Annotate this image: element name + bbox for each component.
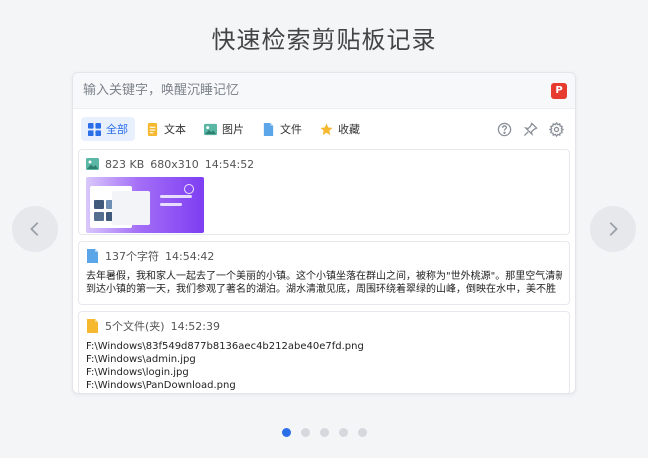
clip-item-text[interactable]: 137个字符 14:54:42 去年暑假，我和家人一起去了一个美丽的小镇。这个小…	[78, 241, 570, 305]
clipboard-window: P 全部 文本 图片 文件 收藏	[72, 72, 576, 394]
search-bar: P	[73, 73, 575, 109]
previous-slide-button[interactable]	[12, 206, 58, 252]
tab-label: 文本	[164, 123, 186, 136]
tab-text[interactable]: 文本	[139, 117, 193, 141]
tab-label: 图片	[222, 123, 244, 136]
tab-label: 文件	[280, 123, 302, 136]
file-count: 5个文件(夹)	[105, 320, 165, 333]
star-icon	[320, 122, 333, 135]
pagination-dot[interactable]	[281, 428, 291, 437]
char-count: 137个字符	[105, 250, 159, 263]
settings-icon	[548, 121, 564, 137]
tab-all[interactable]: 全部	[81, 117, 135, 141]
image-thumbnail	[86, 177, 204, 233]
clip-time: 14:54:52	[204, 157, 255, 171]
clip-item-image[interactable]: 823 KB 680x310 14:54:52	[78, 149, 570, 235]
tab-files[interactable]: 文件	[255, 117, 309, 141]
pagination-dot[interactable]	[357, 428, 367, 437]
image-dimensions: 680x310	[150, 157, 199, 171]
text-type-icon	[86, 249, 99, 263]
filter-toolbar: 全部 文本 图片 文件 收藏	[73, 109, 575, 149]
pin-icon	[523, 121, 538, 136]
page-title: 快速检索剪贴板记录	[211, 26, 437, 54]
image-type-icon	[86, 157, 99, 171]
settings-button[interactable]	[545, 118, 567, 140]
file-path: F:\Windows\login.jpg	[86, 367, 189, 378]
file-path: F:\Windows\PanDownload.png	[86, 380, 236, 391]
carousel-pagination	[0, 428, 648, 437]
file-path: F:\Windows\83f549d877b8136aec4b212abe40e…	[86, 341, 364, 352]
pagination-dot[interactable]	[338, 428, 348, 437]
pagination-dot[interactable]	[300, 428, 310, 437]
pin-button[interactable]	[519, 118, 541, 140]
file-path: F:\Windows\admin.jpg	[86, 354, 196, 365]
text-doc-icon	[147, 122, 158, 136]
clip-time: 14:52:39	[170, 319, 220, 333]
clip-meta: 823 KB 680x310 14:54:52	[86, 155, 562, 173]
help-button[interactable]	[493, 118, 515, 140]
file-icon	[263, 122, 274, 136]
help-icon	[497, 122, 511, 136]
tab-label: 收藏	[338, 123, 360, 136]
image-size: 823 KB	[105, 157, 145, 171]
next-slide-button[interactable]	[590, 206, 636, 252]
chevron-left-icon	[30, 222, 39, 236]
clip-time: 14:54:42	[165, 249, 215, 263]
text-preview-line: 去年暑假，我和家人一起去了一个美丽的小镇。这个小镇坐落在群山之间，被称为"世外桃…	[86, 271, 562, 282]
clip-item-files[interactable]: 5个文件(夹) 14:52:39 F:\Windows\83f549d877b8…	[78, 311, 570, 393]
tab-images[interactable]: 图片	[197, 117, 251, 141]
text-preview-line: 到达小镇的第一天，我们参观了著名的湖泊。湖水清澈见底，周围环绕着翠绿的山峰，倒映…	[86, 284, 556, 295]
search-input[interactable]	[83, 83, 551, 98]
chevron-right-icon	[609, 222, 618, 236]
tab-label: 全部	[106, 123, 128, 136]
pagination-dot[interactable]	[319, 428, 329, 437]
tab-favorites[interactable]: 收藏	[313, 117, 367, 141]
folder-type-icon	[86, 319, 99, 333]
grid-icon	[88, 122, 101, 136]
clip-meta: 5个文件(夹) 14:52:39	[86, 317, 562, 335]
clip-meta: 137个字符 14:54:42	[86, 247, 562, 265]
app-logo-icon: P	[551, 82, 567, 99]
image-icon	[204, 123, 217, 135]
